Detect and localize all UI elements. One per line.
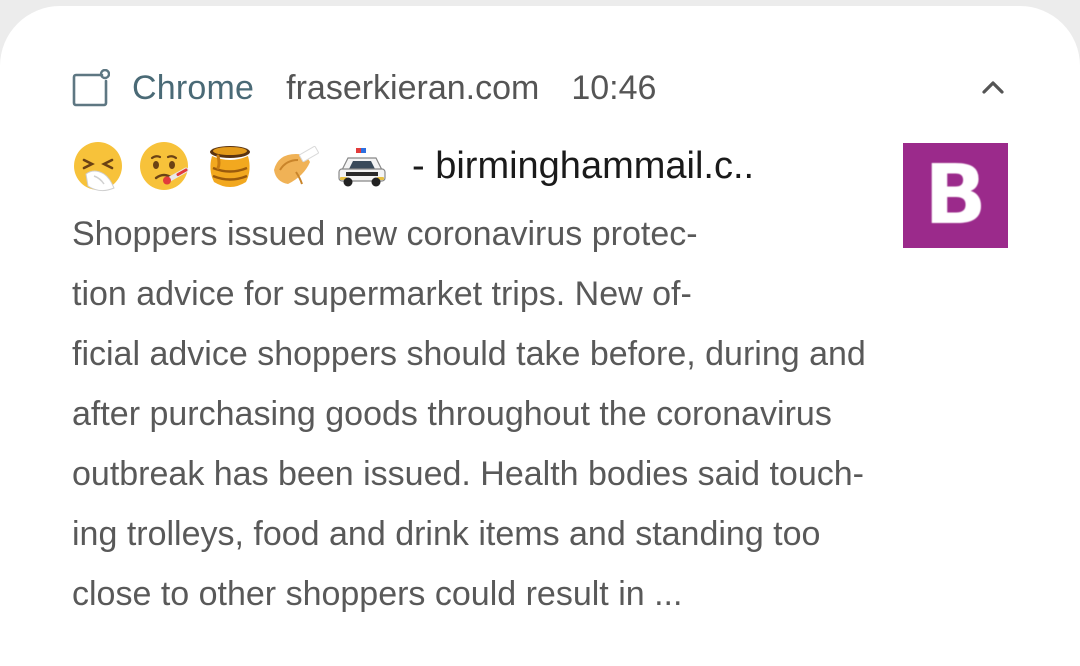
honey-pot-icon [204, 140, 256, 192]
body-line: close to other shoppers could result in … [72, 575, 683, 613]
body-line: ficial advice shoppers should take befor… [72, 335, 866, 373]
fortune-cookie-icon [270, 140, 322, 192]
chrome-app-icon [72, 68, 111, 107]
app-name: Chrome [132, 68, 255, 107]
chevron-up-icon[interactable] [978, 72, 1008, 102]
body-line: Shoppers issued new coronavirus protec- [72, 215, 698, 253]
notification-header: Chrome fraserkieran.com 10:46 [72, 64, 1008, 112]
police-car-icon [336, 140, 388, 192]
sneezing-face-icon [72, 140, 124, 192]
notification-body: Shoppers issued new coronavirus protec- … [72, 204, 1002, 624]
body-line: tion advice for supermarket trips. New o… [72, 275, 692, 313]
body-line: ing trolleys, food and drink items and s… [72, 515, 821, 553]
face-with-thermometer-icon [138, 140, 190, 192]
notification-title-text: - birminghammail.c.. [412, 144, 755, 187]
body-line: outbreak has been issued. Health bodies … [72, 455, 864, 493]
sender-domain: fraserkieran.com [286, 68, 540, 107]
notification-time: 10:46 [571, 68, 657, 107]
notification-title: - birminghammail.c.. [72, 138, 754, 194]
notification-card[interactable]: Chrome fraserkieran.com 10:46 - birmingh… [0, 6, 1080, 666]
body-line: after purchasing goods throughout the co… [72, 395, 832, 433]
